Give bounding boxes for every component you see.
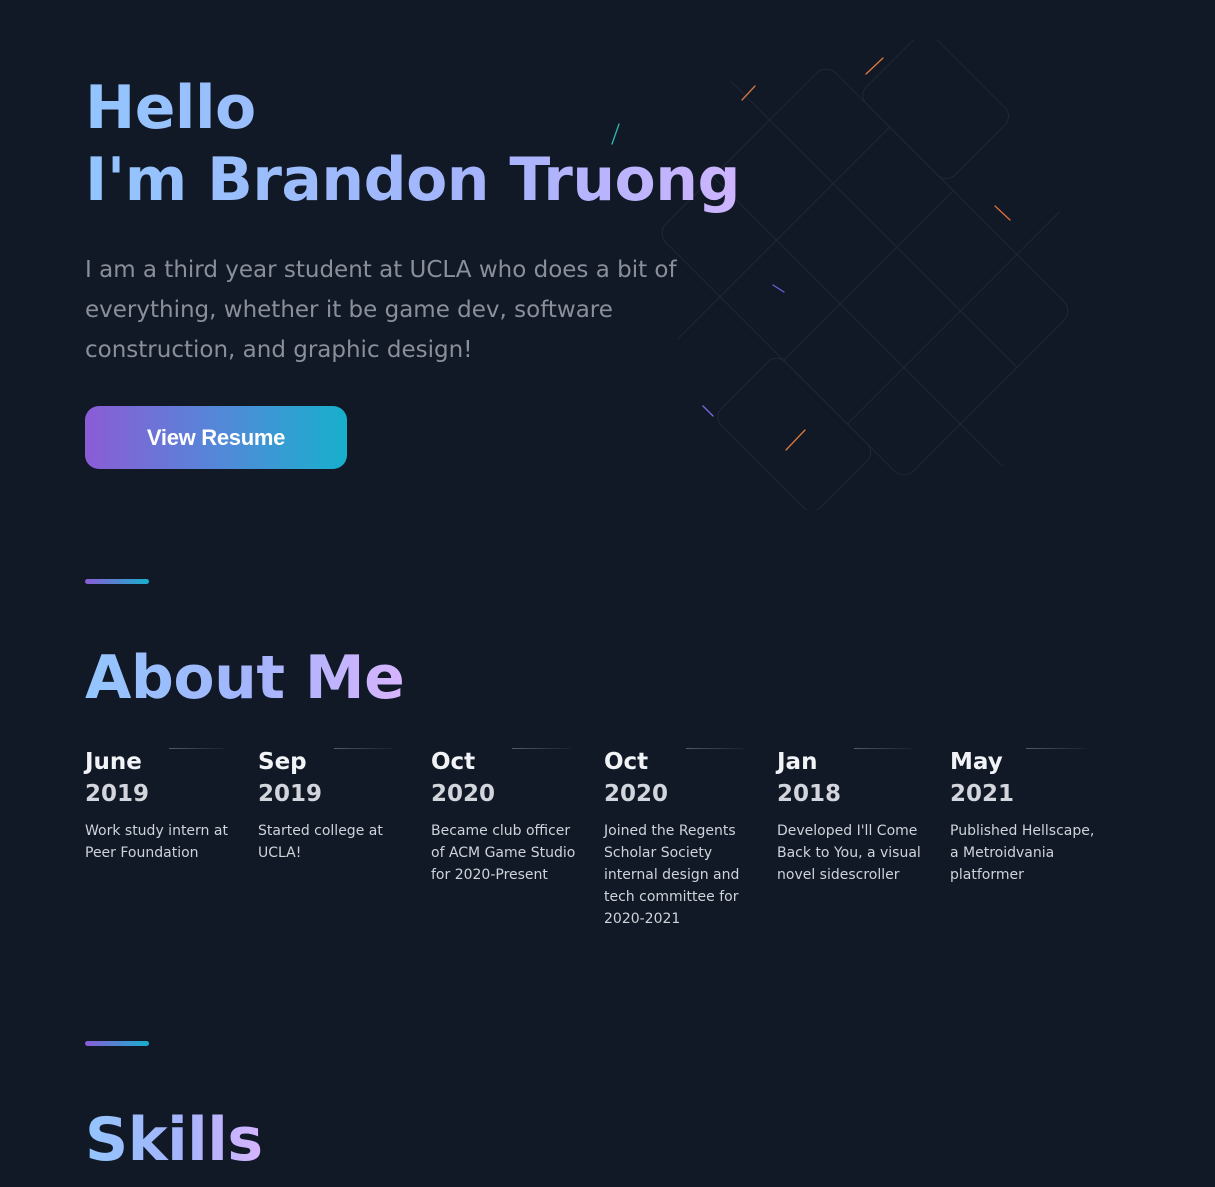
timeline-connector — [334, 748, 393, 749]
timeline-item: Oct 2020 Joined the Regents Scholar Societ… — [604, 746, 777, 930]
about-title: About Me — [85, 643, 405, 713]
timeline-item: May 2021 Published Hellscape, a Metroidvan… — [950, 746, 1123, 930]
timeline-year: 2019 — [258, 781, 323, 807]
about-divider — [85, 579, 149, 584]
hero-heading: Hello I'm Brandon Truong — [85, 72, 805, 216]
hero-intro: I am a third year student at UCLA who do… — [85, 257, 677, 363]
timeline-connector — [512, 748, 571, 749]
timeline-year: 2020 — [431, 781, 496, 807]
skills-divider — [85, 1041, 149, 1046]
timeline-connector — [169, 748, 225, 749]
timeline-description: Published Hellscape, a Metroidvania plat… — [950, 823, 1095, 883]
timeline-item: Oct 2020 Became club officer of ACM Game S… — [431, 746, 604, 930]
timeline-year: 2021 — [950, 781, 1015, 807]
timeline-description: Started college at UCLA! — [258, 823, 383, 861]
timeline-description: Developed I'll Come Back to You, a visua… — [777, 823, 921, 883]
hero-greeting: Hello — [85, 73, 256, 143]
view-resume-button[interactable]: View Resume — [85, 406, 347, 469]
timeline-month: Oct — [431, 749, 476, 775]
timeline-connector — [686, 748, 744, 749]
timeline-year: 2018 — [777, 781, 842, 807]
timeline-connector — [1026, 748, 1086, 749]
timeline-item: Sep 2019 Started college at UCLA! — [258, 746, 431, 930]
timeline-year: 2019 — [85, 781, 150, 807]
timeline-item: June 2019 Work study intern at Peer Founda… — [85, 746, 258, 930]
timeline-description: Became club officer of ACM Game Studio f… — [431, 823, 576, 883]
timeline-year: 2020 — [604, 781, 669, 807]
timeline-month: June — [85, 749, 142, 775]
skills-title: Skills — [85, 1105, 263, 1175]
hero-name: I'm Brandon Truong — [85, 145, 740, 215]
timeline-month: Jan — [777, 749, 818, 775]
portfolio-page: Hello I'm Brandon Truong I am a third ye… — [0, 0, 1215, 1187]
timeline-description: Joined the Regents Scholar Society inter… — [604, 823, 740, 927]
timeline-month: May — [950, 749, 1003, 775]
timeline-month: Sep — [258, 749, 307, 775]
timeline-month: Oct — [604, 749, 649, 775]
timeline-item: Jan 2018 Developed I'll Come Back to You, … — [777, 746, 950, 930]
about-timeline: June 2019 Work study intern at Peer Founda… — [85, 746, 1125, 930]
hero-section: Hello I'm Brandon Truong I am a third ye… — [85, 72, 805, 469]
timeline-connector — [854, 748, 912, 749]
timeline-description: Work study intern at Peer Foundation — [85, 823, 228, 861]
